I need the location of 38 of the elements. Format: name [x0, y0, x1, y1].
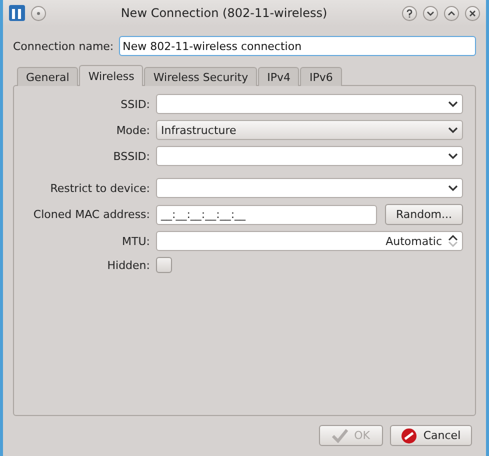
chevron-down-icon[interactable] [448, 152, 458, 160]
spin-box[interactable]: Automatic [156, 231, 463, 251]
combo-box[interactable]: Infrastructure [156, 120, 463, 140]
chevron-down-icon[interactable] [448, 100, 458, 108]
checkmark-icon [332, 428, 348, 442]
chevron-up-icon [447, 8, 456, 18]
random-button[interactable]: Random... [384, 204, 463, 225]
maximize-button[interactable] [444, 6, 459, 20]
app-icon [9, 5, 25, 21]
input-field[interactable]: __:__:__:__:__:__ [156, 204, 377, 224]
menu-button[interactable] [31, 6, 46, 20]
minimize-button[interactable] [423, 6, 438, 20]
window-title: New Connection (802-11-wireless) [120, 6, 328, 20]
field-label: SSID: [120, 98, 150, 110]
field-label: BSSID: [112, 150, 150, 162]
tab[interactable]: Wireless [79, 65, 144, 86]
question-mark-icon [405, 8, 414, 18]
chevron-down-icon[interactable] [448, 126, 458, 134]
chevron-down-icon[interactable] [448, 184, 458, 192]
tab[interactable]: IPv4 [258, 67, 300, 86]
close-button[interactable] [465, 6, 480, 20]
tab[interactable]: General [17, 67, 78, 86]
field-label: Hidden: [106, 258, 150, 272]
tab[interactable]: IPv6 [300, 67, 342, 86]
chevron-down-icon [426, 8, 435, 18]
cancel-icon [401, 428, 418, 444]
spin-arrows-icon[interactable] [448, 235, 458, 247]
close-icon [468, 8, 477, 18]
connection-name-field[interactable]: New 802-11-wireless connection [118, 36, 476, 56]
field-label: Mode: [115, 124, 150, 136]
field-label: Connection name: [13, 40, 114, 52]
field-label: MTU: [121, 234, 150, 248]
checkbox[interactable] [156, 257, 172, 273]
field-label: Cloned MAC address: [32, 208, 150, 221]
field-label: Restrict to device: [49, 182, 150, 194]
help-button[interactable] [402, 6, 417, 20]
tab[interactable]: Wireless Security [144, 67, 258, 86]
cancel-button[interactable]: Cancel [390, 425, 472, 446]
